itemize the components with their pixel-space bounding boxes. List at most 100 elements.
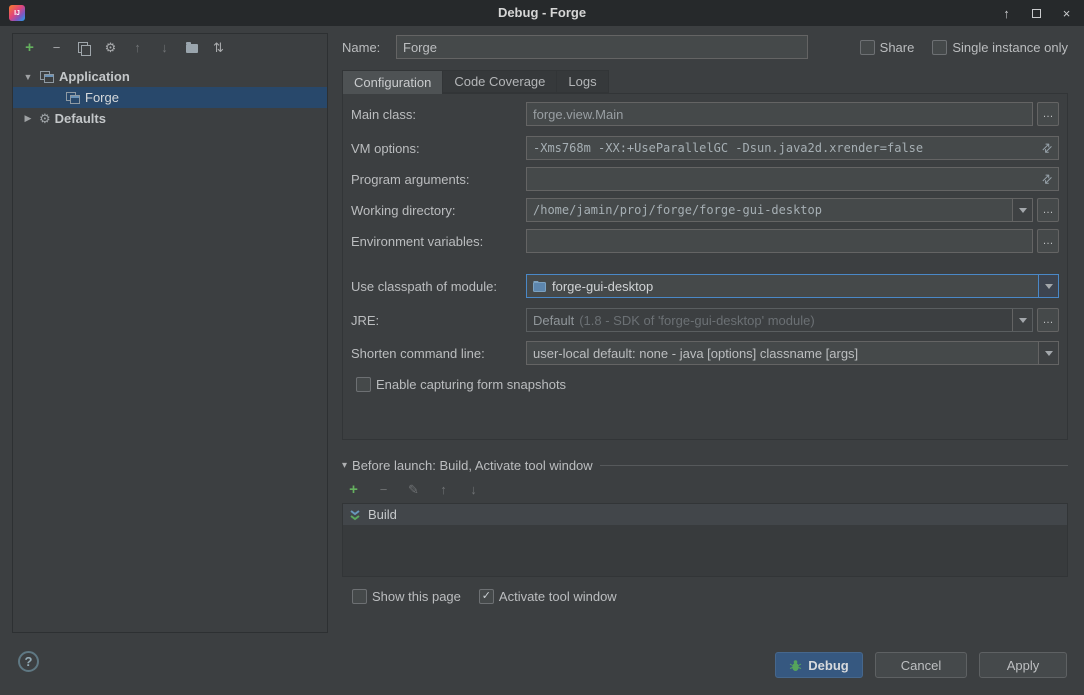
- add-configuration-icon[interactable]: +: [21, 39, 38, 56]
- sort-configurations-icon[interactable]: ⇅: [210, 39, 227, 56]
- name-row: Name: Forge Share Single instance only: [342, 35, 1068, 59]
- move-up-icon[interactable]: ↑: [129, 39, 146, 56]
- move-down-icon[interactable]: ↓: [156, 39, 173, 56]
- expand-field-icon[interactable]: ⇄: [1038, 139, 1055, 156]
- edit-task-icon[interactable]: ✎: [405, 481, 422, 498]
- before-launch-task-list: Build: [342, 503, 1068, 577]
- ellipsis-icon: …: [1043, 204, 1054, 216]
- ellipsis-icon: …: [1043, 235, 1054, 247]
- working-directory-browse-button[interactable]: …: [1037, 198, 1059, 222]
- intellij-logo-icon: IJ: [9, 5, 25, 21]
- remove-configuration-icon[interactable]: −: [48, 39, 65, 56]
- jre-label: JRE:: [351, 313, 526, 328]
- add-task-icon[interactable]: +: [345, 481, 362, 498]
- show-this-page-checkbox[interactable]: Show this page: [352, 589, 461, 604]
- task-item-build[interactable]: Build: [343, 504, 1067, 525]
- share-label: Share: [880, 40, 915, 55]
- jre-dropdown-button[interactable]: [1012, 309, 1032, 331]
- chevron-down-icon: [1045, 351, 1053, 356]
- activate-tool-window-checkbox[interactable]: ✓ Activate tool window: [479, 589, 617, 604]
- enable-snapshots-row: Enable capturing form snapshots: [351, 374, 1059, 394]
- tab-logs[interactable]: Logs: [556, 70, 608, 93]
- jre-select[interactable]: Default (1.8 - SDK of 'forge-gui-desktop…: [526, 308, 1033, 332]
- tree-item-application[interactable]: ▼ Application: [13, 66, 327, 87]
- use-classpath-select[interactable]: forge-gui-desktop: [526, 274, 1059, 298]
- tab-configuration[interactable]: Configuration: [342, 70, 442, 94]
- use-classpath-dropdown-button[interactable]: [1038, 275, 1058, 297]
- collapse-arrow-icon[interactable]: ▶: [21, 113, 35, 124]
- tree-item-forge[interactable]: Forge: [13, 87, 327, 108]
- apply-button-label: Apply: [1007, 658, 1040, 673]
- shorten-command-line-row: Shorten command line: user-local default…: [351, 341, 1059, 365]
- configurations-panel: + − ⚙ ↑ ↓ ⇅ ▼ Application: [12, 33, 328, 633]
- working-directory-label: Working directory:: [351, 203, 526, 218]
- chevron-down-icon: [1019, 208, 1027, 213]
- jre-row: JRE: Default (1.8 - SDK of 'forge-gui-de…: [351, 308, 1059, 332]
- move-task-down-icon[interactable]: ↓: [465, 481, 482, 498]
- single-instance-label: Single instance only: [952, 40, 1068, 55]
- shorten-command-line-label: Shorten command line:: [351, 346, 526, 361]
- tab-bar: Configuration Code Coverage Logs: [342, 70, 609, 94]
- environment-variables-input[interactable]: [526, 229, 1033, 253]
- module-icon: [533, 280, 546, 292]
- shade-window-icon[interactable]: ↑: [999, 6, 1014, 21]
- working-directory-input[interactable]: /home/jamin/proj/forge/forge-gui-desktop: [526, 198, 1033, 222]
- working-directory-row: Working directory: /home/jamin/proj/forg…: [351, 198, 1059, 222]
- tab-label: Code Coverage: [454, 74, 545, 89]
- environment-variables-label: Environment variables:: [351, 234, 526, 249]
- vm-options-input[interactable]: -Xms768m -XX:+UseParallelGC -Dsun.java2d…: [526, 136, 1059, 160]
- name-input[interactable]: Forge: [396, 35, 808, 59]
- shorten-command-line-select[interactable]: user-local default: none - java [options…: [526, 341, 1059, 365]
- debug-button[interactable]: Debug: [775, 652, 863, 678]
- configurations-toolbar: + − ⚙ ↑ ↓ ⇅: [13, 34, 327, 61]
- main-class-browse-button[interactable]: …: [1037, 102, 1059, 126]
- single-instance-checkbox[interactable]: Single instance only: [932, 40, 1068, 55]
- environment-variables-browse-button[interactable]: …: [1037, 229, 1059, 253]
- edit-defaults-icon[interactable]: ⚙: [102, 39, 119, 56]
- jre-browse-button[interactable]: …: [1037, 308, 1059, 332]
- tree-item-label: Application: [59, 69, 130, 84]
- main-class-input[interactable]: forge.view.Main: [526, 102, 1033, 126]
- collapse-section-icon[interactable]: ▾: [342, 460, 347, 471]
- chevron-down-icon: [1019, 318, 1027, 323]
- copy-configuration-icon[interactable]: [75, 39, 92, 56]
- shorten-command-line-dropdown-button[interactable]: [1038, 342, 1058, 364]
- tab-code-coverage[interactable]: Code Coverage: [442, 70, 556, 93]
- tree-item-defaults[interactable]: ▶ ⚙ Defaults: [13, 108, 327, 129]
- vm-options-row: VM options: -Xms768m -XX:+UseParallelGC …: [351, 136, 1059, 160]
- cancel-button-label: Cancel: [901, 658, 941, 673]
- debug-configuration-dialog: IJ Debug - Forge ↑ × + − ⚙ ↑ ↓ ⇅ ▼: [0, 0, 1084, 695]
- expand-arrow-icon[interactable]: ▼: [21, 72, 35, 82]
- ellipsis-icon: …: [1043, 108, 1054, 120]
- enable-snapshots-label: Enable capturing form snapshots: [376, 377, 566, 392]
- enable-snapshots-checkbox[interactable]: Enable capturing form snapshots: [356, 377, 566, 392]
- program-arguments-input[interactable]: ⇄: [526, 167, 1059, 191]
- defaults-icon: ⚙: [39, 112, 51, 125]
- share-checkbox[interactable]: Share: [860, 40, 915, 55]
- jre-hint: (1.8 - SDK of 'forge-gui-desktop' module…: [579, 313, 814, 328]
- logo-text: IJ: [14, 10, 20, 17]
- maximize-window-icon[interactable]: [1029, 9, 1044, 18]
- question-icon: ?: [25, 654, 33, 669]
- debug-button-label: Debug: [808, 658, 848, 673]
- before-launch-header: ▾ Before launch: Build, Activate tool wi…: [342, 456, 1068, 474]
- working-directory-value: /home/jamin/proj/forge/forge-gui-desktop: [533, 203, 822, 217]
- tree-item-label: Forge: [85, 90, 119, 105]
- help-button[interactable]: ?: [18, 651, 39, 672]
- check-icon: ✓: [482, 591, 491, 602]
- working-directory-dropdown-button[interactable]: [1012, 199, 1032, 221]
- bug-icon: [789, 659, 802, 672]
- folder-icon: [186, 44, 198, 53]
- apply-button[interactable]: Apply: [979, 652, 1067, 678]
- use-classpath-label: Use classpath of module:: [351, 279, 526, 294]
- application-icon: [39, 69, 55, 85]
- close-window-icon[interactable]: ×: [1059, 6, 1074, 21]
- remove-task-icon[interactable]: −: [375, 481, 392, 498]
- before-launch-options: Show this page ✓ Activate tool window: [352, 589, 617, 604]
- expand-field-icon[interactable]: ⇄: [1038, 170, 1055, 187]
- before-launch-title: Before launch: Build, Activate tool wind…: [352, 458, 593, 473]
- new-folder-icon[interactable]: [183, 39, 200, 56]
- cancel-button[interactable]: Cancel: [875, 652, 967, 678]
- move-task-up-icon[interactable]: ↑: [435, 481, 452, 498]
- titlebar: IJ Debug - Forge ↑ ×: [0, 0, 1084, 26]
